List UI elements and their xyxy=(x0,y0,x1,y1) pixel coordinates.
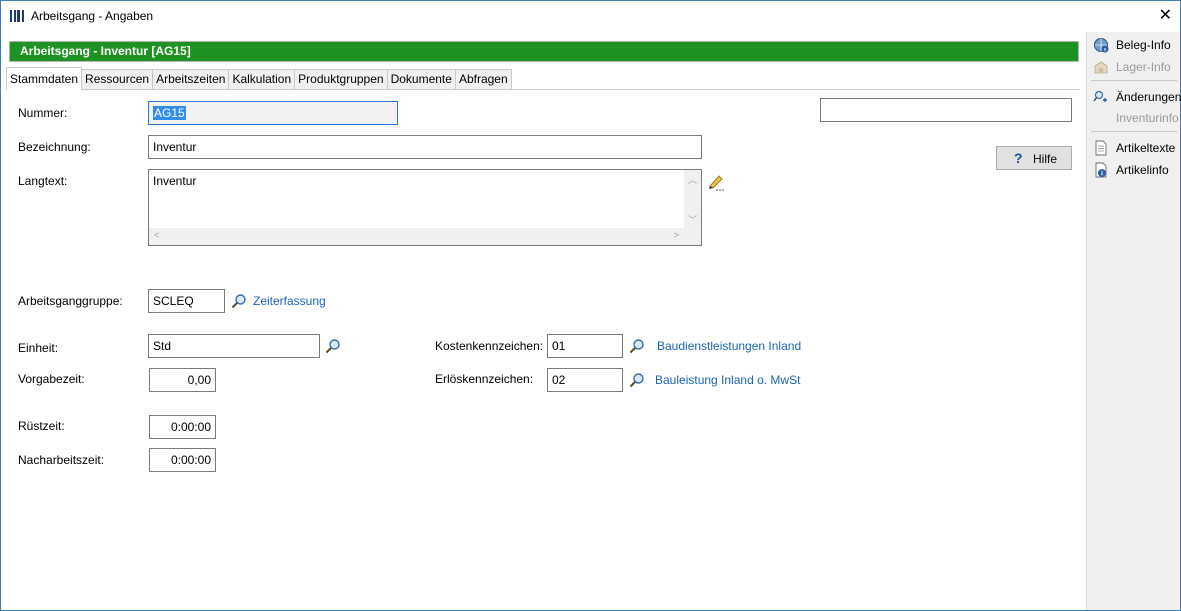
warehouse-icon xyxy=(1094,61,1108,74)
sidebar-divider xyxy=(1091,80,1177,81)
search-icon[interactable] xyxy=(231,293,247,309)
tab-stammdaten[interactable]: Stammdaten xyxy=(6,67,83,90)
document-icon xyxy=(1095,140,1107,156)
main-panel: Arbeitsgang - Inventur [AG15] Stammdaten… xyxy=(2,32,1085,610)
einheit-field[interactable]: Std xyxy=(148,334,320,358)
sidebar-item-label: Änderungen xyxy=(1116,90,1181,104)
horizontal-scrollbar[interactable]: < > xyxy=(149,228,684,245)
title-bar: Arbeitsgang - Angaben ✕ xyxy=(1,1,1180,31)
sidebar-item-aenderungen[interactable]: Änderungen xyxy=(1091,87,1181,107)
nacharbeitszeit-label: Nacharbeitszeit: xyxy=(18,453,105,467)
sidebar-item-lager-info[interactable]: Lager-Info xyxy=(1091,57,1181,77)
search-icon[interactable] xyxy=(629,372,645,388)
ruestzeit-label: Rüstzeit: xyxy=(18,419,65,433)
record-banner: Arbeitsgang - Inventur [AG15] xyxy=(9,41,1079,62)
tab-kalkulation[interactable]: Kalkulation xyxy=(228,69,296,90)
sidebar-item-label: Inventurinfo xyxy=(1116,111,1179,125)
scroll-left-icon[interactable]: < xyxy=(154,230,159,240)
sidebar-item-inventurinfo[interactable]: Inventurinfo xyxy=(1091,108,1181,128)
nacharbeitszeit-field[interactable]: 0:00:00 xyxy=(149,448,216,472)
help-button-label: Hilfe xyxy=(1033,152,1058,166)
document-info-icon xyxy=(1095,162,1107,178)
sidebar-divider xyxy=(1091,131,1177,132)
erloeskennzeichen-link[interactable]: Bauleistung Inland o. MwSt xyxy=(655,373,800,387)
vertical-scrollbar[interactable]: ︿ ﹀ xyxy=(684,170,701,228)
kostenkennzeichen-label: Kostenkennzeichen: xyxy=(435,339,544,353)
changes-icon xyxy=(1093,90,1107,102)
nummer-value: AG15 xyxy=(153,106,186,120)
sidebar-item-label: Beleg-Info xyxy=(1116,38,1171,52)
scroll-corner xyxy=(684,228,701,245)
vorgabezeit-field[interactable]: 0,00 xyxy=(149,368,216,392)
bezeichnung-label: Bezeichnung: xyxy=(18,140,91,154)
tab-ressourcen[interactable]: Ressourcen xyxy=(81,69,154,90)
help-icon: ? xyxy=(1014,150,1023,166)
globe-info-icon xyxy=(1094,38,1109,53)
search-icon[interactable] xyxy=(629,338,645,354)
close-icon[interactable]: ✕ xyxy=(1159,5,1172,25)
zeiterfassung-link[interactable]: Zeiterfassung xyxy=(253,294,326,308)
action-sidebar: Beleg-Info Lager-Info Änderungen Inventu… xyxy=(1086,32,1181,610)
erloeskennzeichen-label: Erlöskennzeichen: xyxy=(435,372,534,386)
ruestzeit-field[interactable]: 0:00:00 xyxy=(149,415,216,439)
langtext-textarea[interactable]: Inventur ︿ ﹀ < > xyxy=(148,169,702,246)
sidebar-item-artikelinfo[interactable]: Artikelinfo xyxy=(1091,160,1181,180)
arbeitsganggruppe-field[interactable]: SCLEQ xyxy=(148,289,225,313)
sidebar-item-artikeltexte[interactable]: Artikeltexte xyxy=(1091,138,1181,158)
nummer-label: Nummer: xyxy=(18,106,68,120)
kostenkennzeichen-field[interactable]: 01 xyxy=(547,334,623,358)
scroll-right-icon[interactable]: > xyxy=(674,230,679,240)
search-icon[interactable] xyxy=(325,338,341,354)
search-input[interactable] xyxy=(820,98,1072,122)
tab-strip: Stammdaten Ressourcen Arbeitszeiten Kalk… xyxy=(6,67,512,90)
sidebar-item-label: Artikeltexte xyxy=(1116,141,1176,155)
tab-divider xyxy=(6,89,1080,90)
edit-pencil-icon[interactable] xyxy=(707,173,725,191)
langtext-label: Langtext: xyxy=(18,174,68,188)
sidebar-item-label: Lager-Info xyxy=(1116,60,1171,74)
kostenkennzeichen-link[interactable]: Baudienstleistungen Inland xyxy=(657,339,801,353)
window-title: Arbeitsgang - Angaben xyxy=(31,9,154,23)
nummer-field[interactable]: AG15 xyxy=(148,101,398,125)
scroll-down-icon[interactable]: ﹀ xyxy=(688,213,697,226)
barcode-app-icon xyxy=(10,10,26,22)
sidebar-item-beleg-info[interactable]: Beleg-Info xyxy=(1091,35,1181,55)
arbeitsganggruppe-label: Arbeitsganggruppe: xyxy=(18,294,123,308)
vorgabezeit-label: Vorgabezeit: xyxy=(18,372,85,386)
scroll-up-icon[interactable]: ︿ xyxy=(688,173,697,186)
help-button[interactable]: ? Hilfe xyxy=(996,146,1072,170)
langtext-value: Inventur xyxy=(153,174,197,188)
tab-produktgruppen[interactable]: Produktgruppen xyxy=(294,69,388,90)
window: Arbeitsgang - Angaben ✕ Arbeitsgang - In… xyxy=(0,0,1181,611)
tab-dokumente[interactable]: Dokumente xyxy=(386,69,456,90)
erloeskennzeichen-field[interactable]: 02 xyxy=(547,368,623,392)
tab-abfragen[interactable]: Abfragen xyxy=(454,69,512,90)
sidebar-item-label: Artikelinfo xyxy=(1116,163,1169,177)
bezeichnung-field[interactable]: Inventur xyxy=(148,135,702,159)
tab-arbeitszeiten[interactable]: Arbeitszeiten xyxy=(152,69,230,90)
einheit-label: Einheit: xyxy=(18,341,59,355)
